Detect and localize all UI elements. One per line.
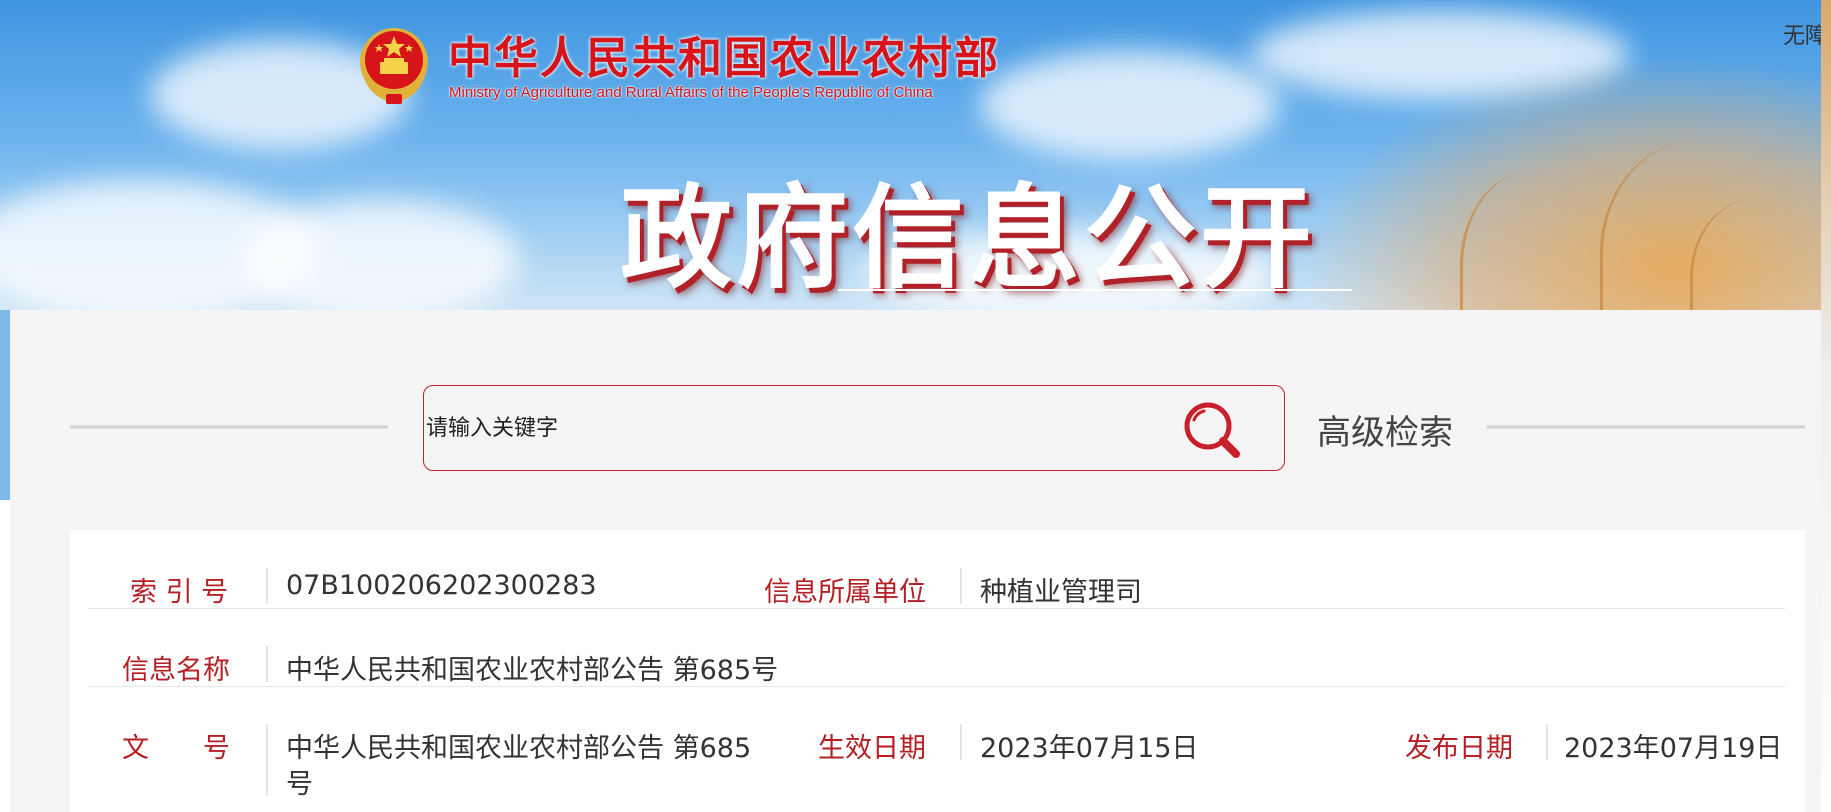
publish-date-value: 2023年07月19日: [1564, 733, 1783, 764]
unit-label: 信息所属单位: [764, 577, 926, 608]
name-value: 中华人民共和国农业农村部公告 第685号: [286, 655, 779, 686]
index-value: 07B100206202300283: [286, 570, 597, 601]
decorative-line-right: [1487, 425, 1805, 429]
column-divider: [960, 568, 962, 604]
search-box[interactable]: [423, 385, 1285, 471]
info-table: 索 引 号 07B100206202300283 信息所属单位 种植业管理司 信…: [70, 530, 1805, 812]
header-banner: 中华人民共和国农业农村部 Ministry of Agriculture and…: [0, 0, 1831, 310]
decorative-line-left: [70, 425, 388, 429]
docno-value-line1: 中华人民共和国农业农村部公告 第685: [286, 733, 752, 764]
unit-value: 种植业管理司: [980, 577, 1142, 608]
docno-value-line2: 号: [286, 769, 313, 800]
name-label: 信息名称: [122, 655, 230, 686]
right-edge-decoration: [1821, 0, 1831, 812]
national-emblem-icon: [356, 22, 432, 106]
info-row-index: 索 引 号 07B100206202300283 信息所属单位 种植业管理司: [88, 530, 1785, 609]
left-edge-decoration: [0, 310, 10, 500]
index-label: 索 引 号: [130, 577, 229, 608]
column-divider: [266, 646, 268, 682]
title-underline: [838, 289, 1352, 291]
effective-date-label: 生效日期: [818, 733, 926, 764]
info-row-name: 信息名称 中华人民共和国农业农村部公告 第685号: [88, 608, 1785, 687]
column-divider: [266, 724, 268, 796]
ministry-name-en[interactable]: Ministry of Agriculture and Rural Affair…: [449, 84, 933, 101]
search-icon[interactable]: [1182, 400, 1242, 460]
effective-date-value: 2023年07月15日: [980, 733, 1199, 764]
cloud-decoration: [980, 50, 1280, 160]
publish-date-label: 发布日期: [1405, 733, 1513, 764]
page-title: 政府信息公开: [620, 174, 1316, 304]
cloud-decoration: [240, 200, 520, 310]
ministry-name-cn[interactable]: 中华人民共和国农业农村部: [448, 22, 1000, 86]
docno-label: 文 号: [122, 733, 230, 764]
search-input[interactable]: [426, 408, 1066, 448]
column-divider: [960, 724, 962, 760]
info-row-docno: 文 号 中华人民共和国农业农村部公告 第685 号 生效日期 2023年07月1…: [88, 686, 1785, 812]
column-divider: [1546, 724, 1548, 760]
column-divider: [266, 568, 268, 604]
advanced-search-link[interactable]: 高级检索: [1317, 405, 1453, 454]
